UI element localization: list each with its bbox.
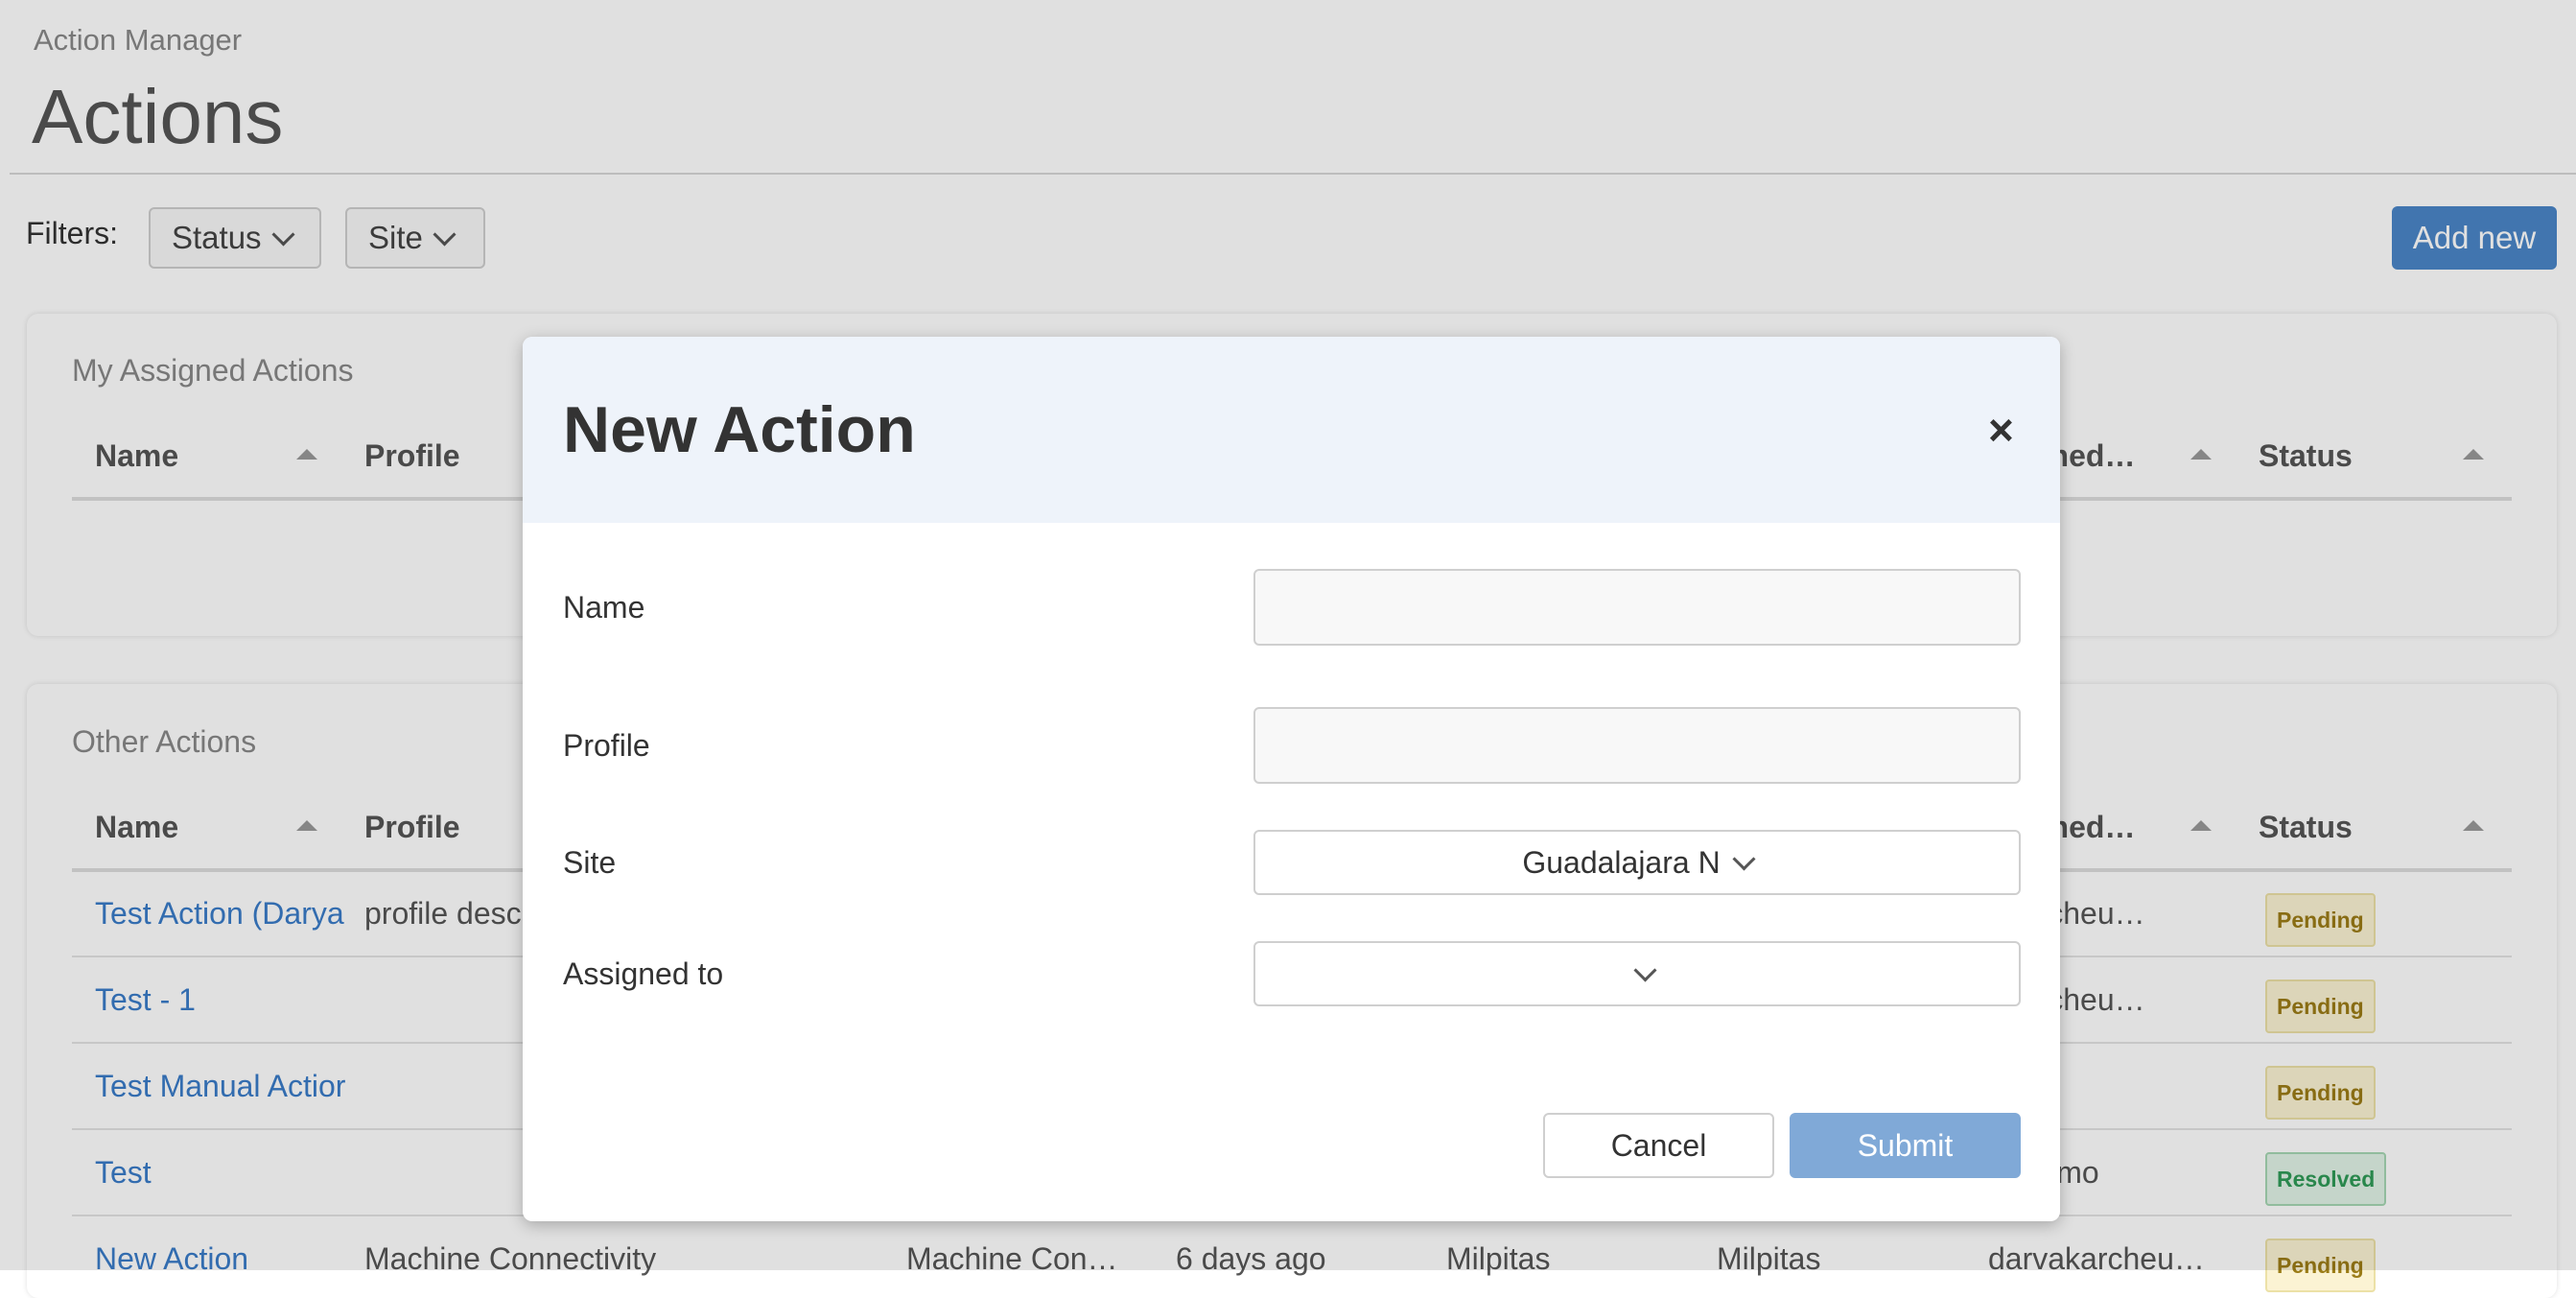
chevron-down-icon xyxy=(1632,957,1657,982)
chevron-down-icon xyxy=(1732,846,1756,871)
submit-button[interactable]: Submit xyxy=(1790,1113,2021,1178)
site-select[interactable]: Guadalajara N xyxy=(1253,830,2021,895)
cancel-button[interactable]: Cancel xyxy=(1543,1113,1774,1178)
dialog-title: New Action xyxy=(563,393,916,466)
assigned-to-select[interactable] xyxy=(1253,941,2021,1006)
profile-label: Profile xyxy=(563,728,650,763)
site-label: Site xyxy=(563,845,617,880)
profile-input[interactable] xyxy=(1253,707,2021,784)
dialog-header: New Action × xyxy=(523,337,2060,523)
assigned-to-label: Assigned to xyxy=(563,956,724,991)
site-select-value: Guadalajara N xyxy=(1522,844,1721,880)
name-input[interactable] xyxy=(1253,569,2021,646)
name-label: Name xyxy=(563,590,645,625)
close-icon[interactable]: × xyxy=(1988,404,2014,456)
new-action-dialog: New Action × Name Profile Site Guadalaja… xyxy=(523,337,2060,1221)
